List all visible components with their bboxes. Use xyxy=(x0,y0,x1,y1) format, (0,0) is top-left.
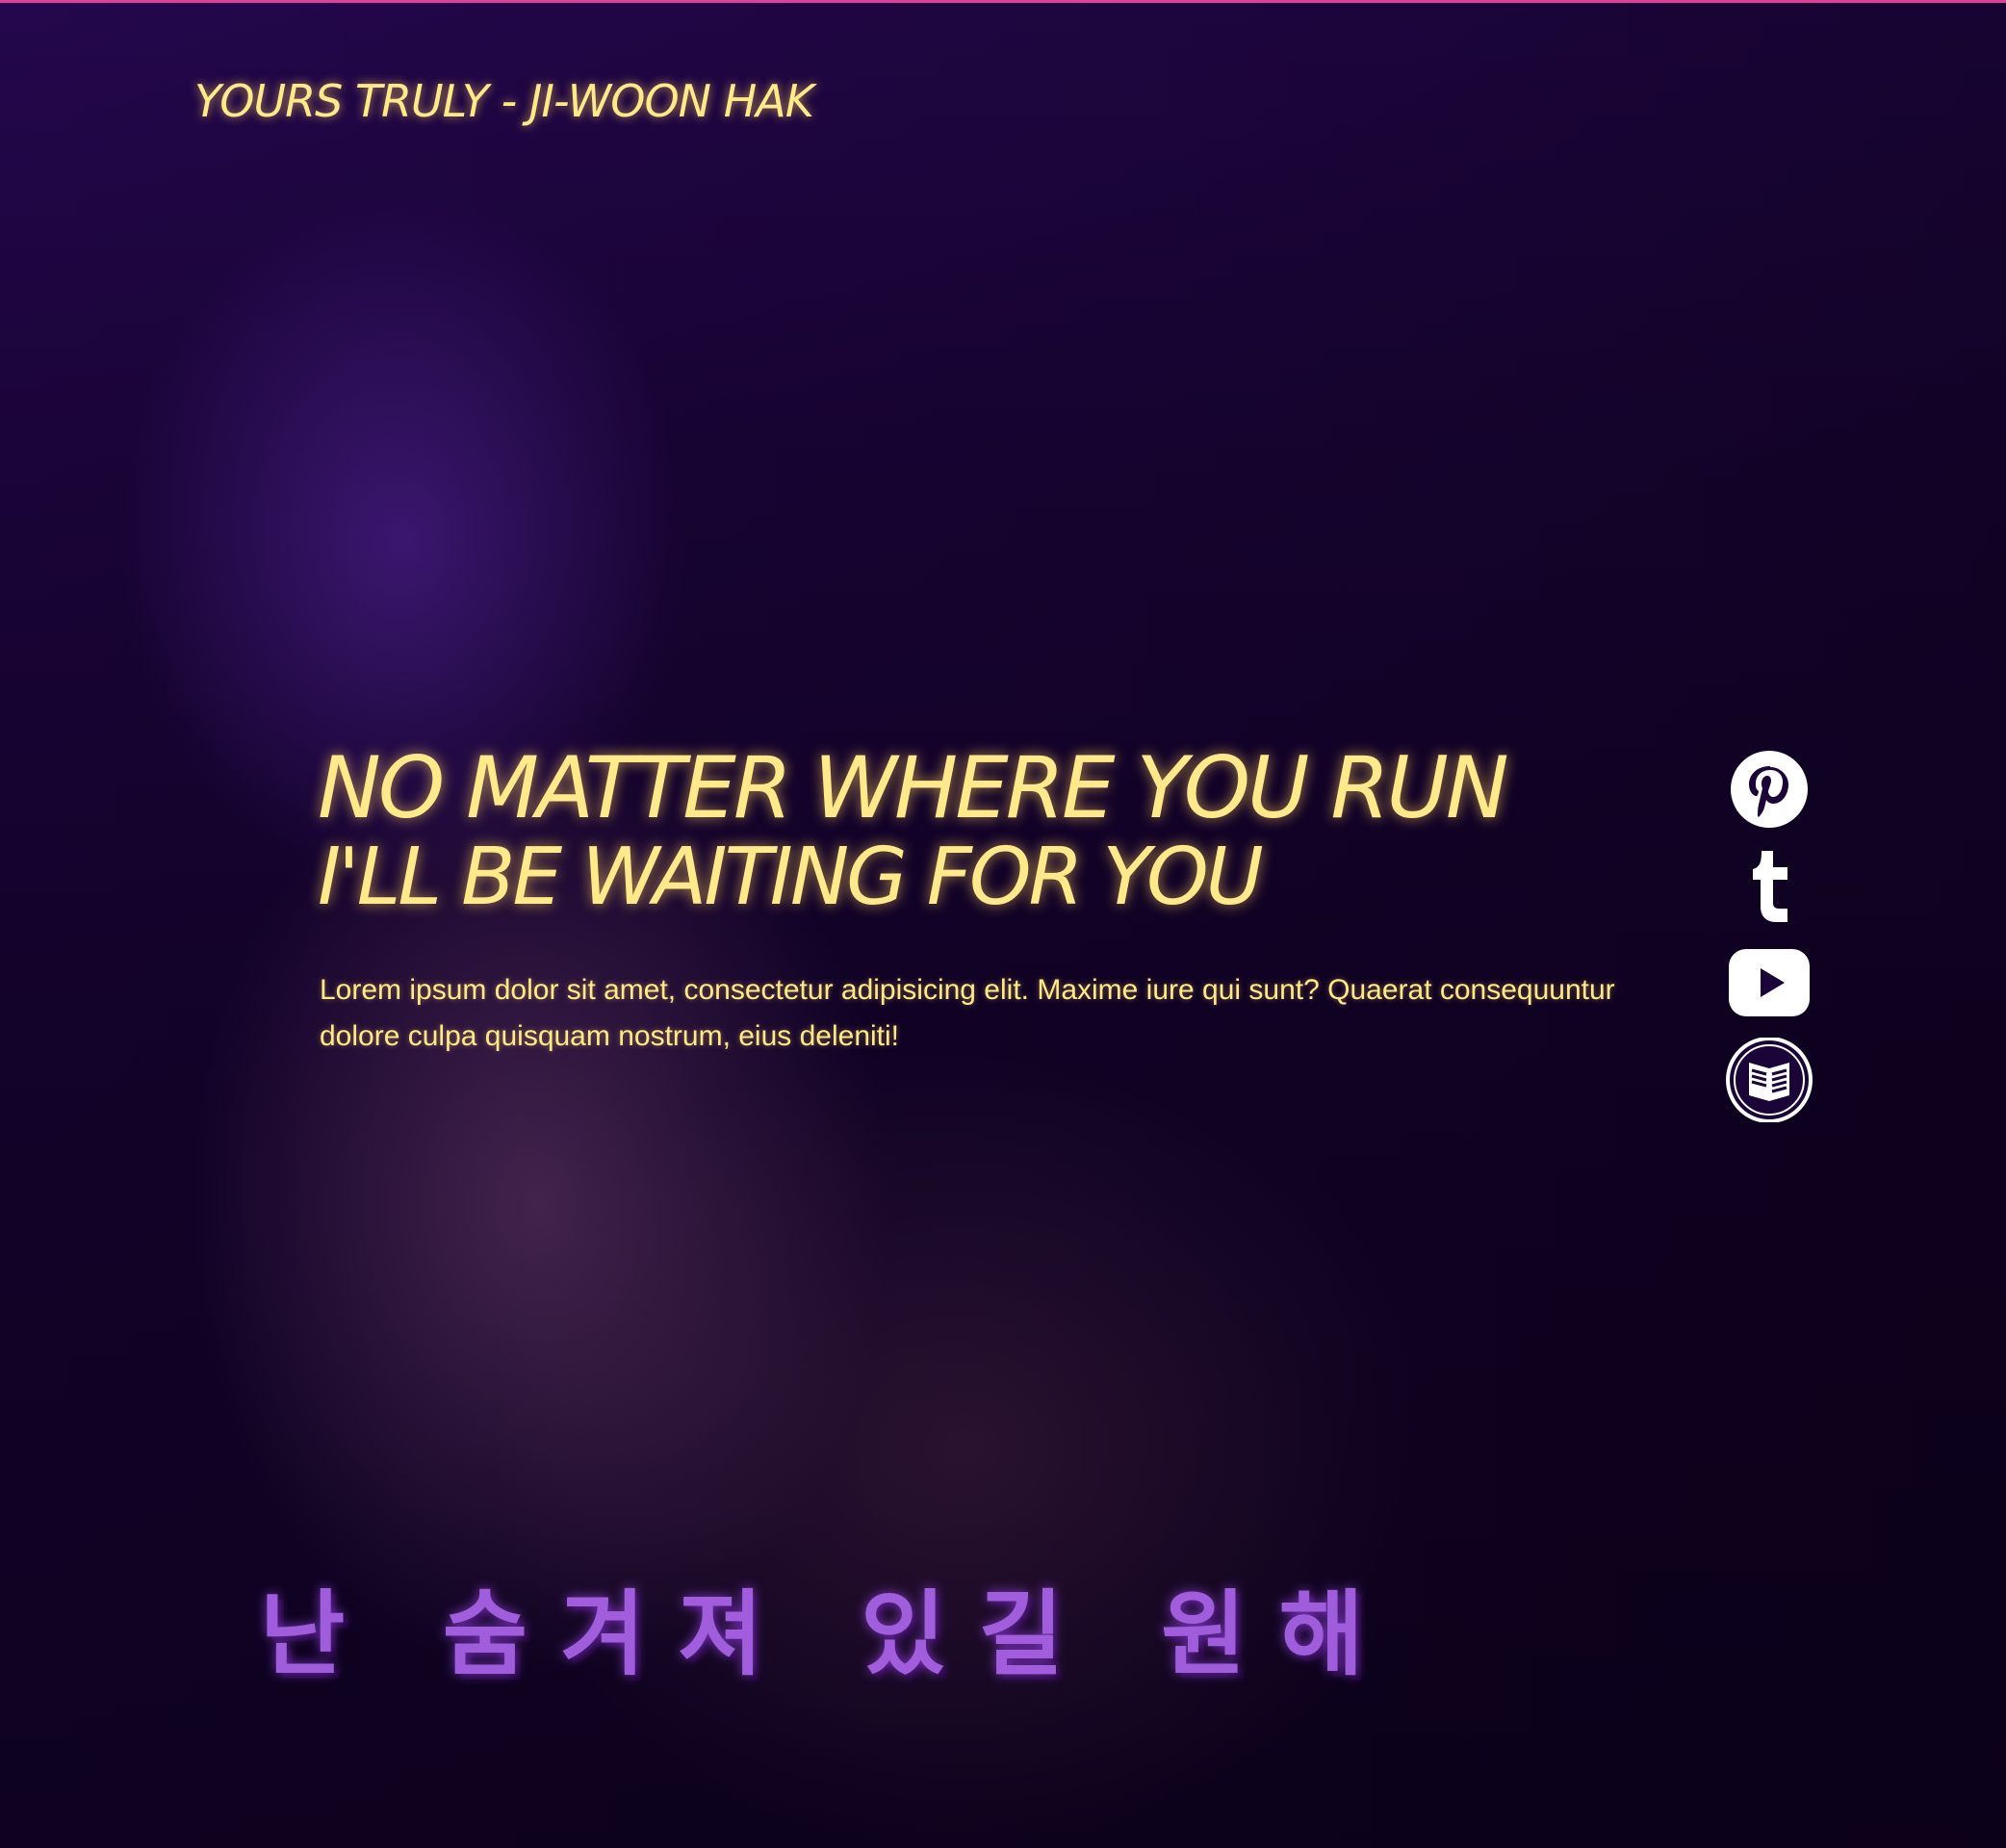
tumblr-icon xyxy=(1753,851,1787,922)
youtube-icon xyxy=(1729,949,1810,1016)
tumblr-link[interactable] xyxy=(1725,845,1813,930)
carrd-icon xyxy=(1726,1038,1813,1122)
youtube-link[interactable] xyxy=(1725,941,1813,1026)
korean-subtitle: 난 숨겨져 있길 원해 xyxy=(260,1580,1397,1688)
hero-body-text: Lorem ipsum dolor sit amet, consectetur … xyxy=(320,974,1615,1052)
pinterest-link[interactable] xyxy=(1725,749,1813,834)
headline-line-1: NO MATTER WHERE YOU RUN xyxy=(318,738,1509,837)
carrd-link[interactable] xyxy=(1725,1038,1813,1122)
pinterest-icon xyxy=(1731,751,1808,828)
headline-line-2: I'LL BE WAITING FOR YOU xyxy=(318,832,1264,923)
hero-headline: NO MATTER WHERE YOU RUN I'LL BE WAITING … xyxy=(318,746,1569,917)
site-title[interactable]: YOURS TRULY - JI-WOON HAK xyxy=(194,75,814,127)
social-links xyxy=(1725,749,1813,1134)
